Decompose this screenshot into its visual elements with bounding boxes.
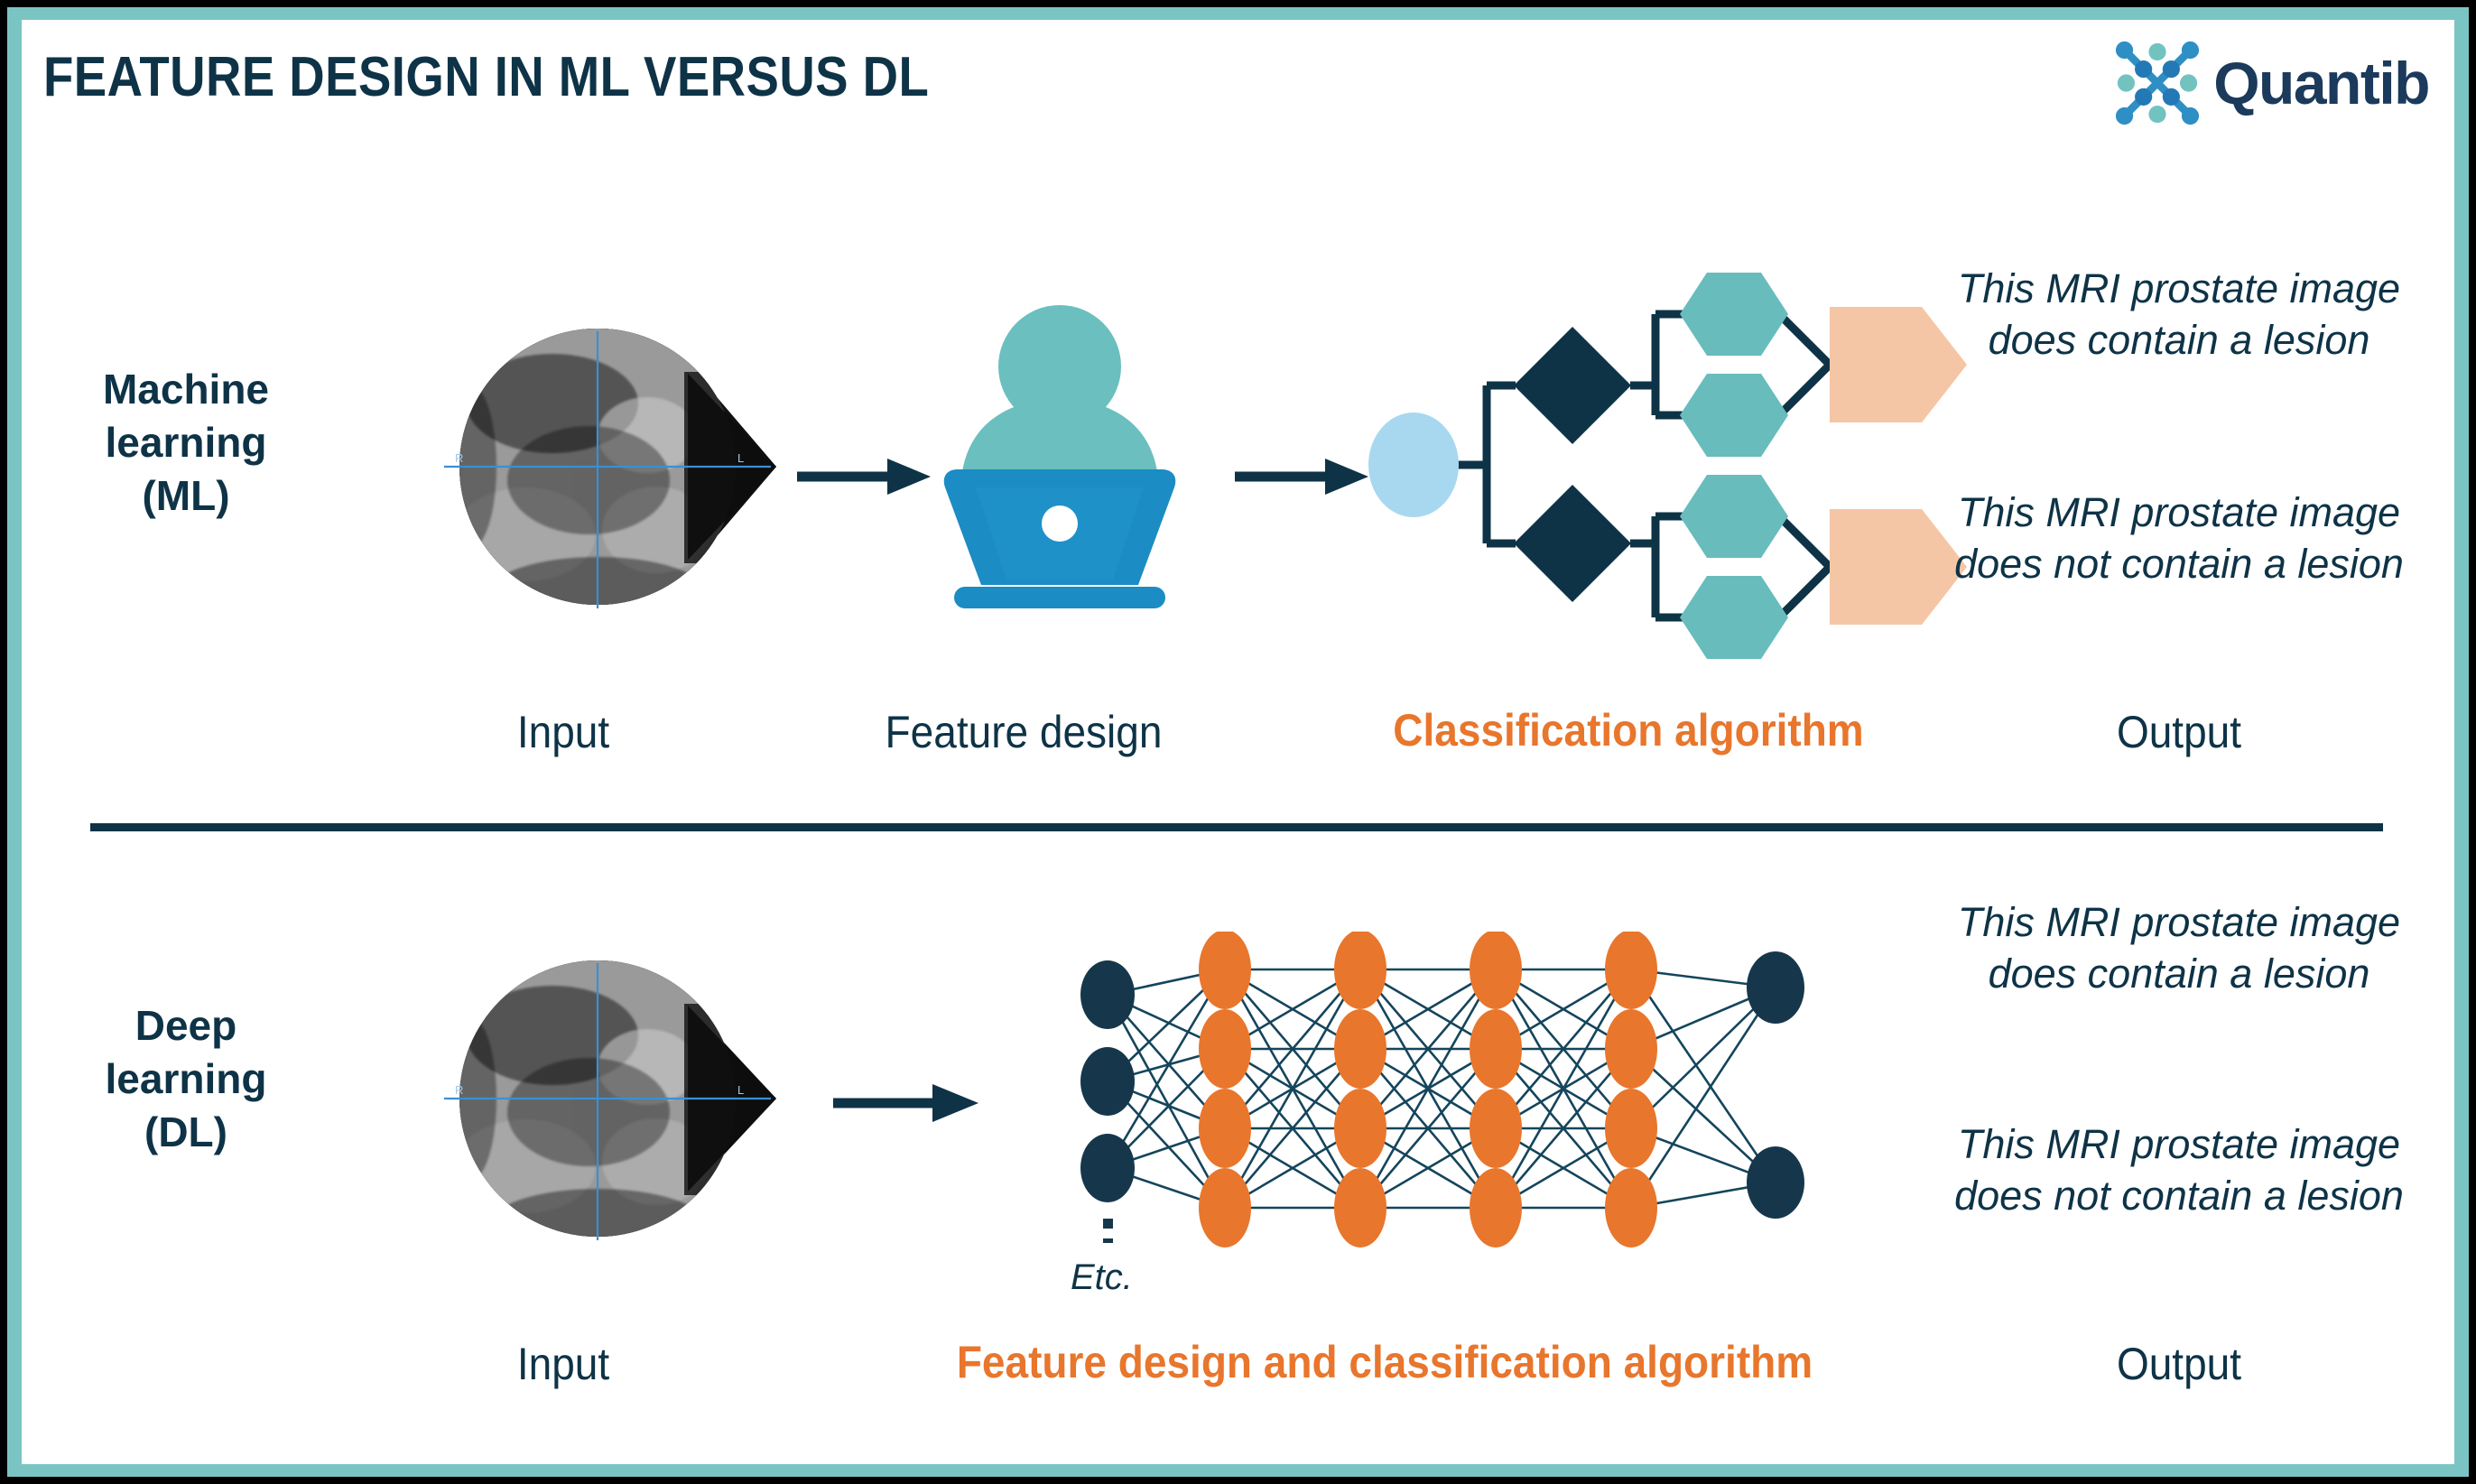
ml-input-mri-image: R L	[417, 318, 778, 616]
nn-hidden-node	[1470, 1009, 1522, 1089]
nn-continuation-dots	[1103, 1219, 1113, 1229]
tree-leaf-node	[1680, 576, 1788, 659]
nn-hidden-node	[1199, 1089, 1251, 1168]
tree-result-node	[1830, 307, 1967, 422]
nn-hidden-node	[1199, 932, 1251, 1009]
neural-network-diagram	[1080, 932, 1804, 1247]
nn-continuation-dots	[1103, 1238, 1113, 1243]
section-divider	[90, 823, 2383, 831]
nn-input-node	[1080, 960, 1135, 1029]
quantib-network-logo-icon	[2116, 41, 2200, 125]
slide-frame: FEATURE DESIGN IN ML VERSUS DL Quantib M…	[0, 0, 2476, 1484]
nn-hidden-node	[1470, 932, 1522, 1009]
mri-orientation-left: R	[455, 1083, 463, 1097]
nn-input-node	[1080, 1047, 1135, 1116]
caption-dl-input: Input	[516, 1339, 610, 1389]
row-label-line: Machine	[102, 366, 270, 413]
nn-output-node	[1747, 1146, 1804, 1219]
nn-etc-label: Etc.	[1071, 1257, 1133, 1297]
dl-output-text-positive: This MRI prostate image does contain a l…	[1957, 899, 2401, 997]
tree-decision-node	[1514, 485, 1631, 602]
dl-output-text-negative: This MRI prostate image does not contain…	[1954, 1121, 2404, 1219]
mri-orientation-right: L	[737, 1083, 744, 1097]
nn-hidden-node	[1334, 932, 1386, 1009]
nn-hidden-node	[1605, 1009, 1657, 1089]
nn-hidden-node	[1199, 1168, 1251, 1247]
logo-wordmark: Quantib	[2213, 50, 2430, 116]
mri-orientation-left: R	[455, 451, 463, 465]
tree-leaf-node	[1680, 475, 1788, 558]
nn-hidden-node	[1605, 932, 1657, 1009]
tree-root-node	[1368, 413, 1459, 517]
caption-dl-output: Output	[2116, 1339, 2242, 1389]
caption-ml-feature-design: Feature design	[885, 707, 1163, 757]
caption-ml-classification-algorithm: Classification algorithm	[1393, 705, 1864, 756]
caption-ml-output: Output	[2116, 707, 2242, 757]
row-label-deep-learning: Deep learning (DL)	[42, 999, 330, 1159]
ml-output-text-positive: This MRI prostate image does contain a l…	[1957, 265, 2401, 363]
page-title: FEATURE DESIGN IN ML VERSUS DL	[43, 46, 930, 108]
mri-orientation-right: L	[737, 451, 744, 465]
dl-input-mri-image: R L	[417, 950, 778, 1247]
row-label-line: learning	[105, 418, 267, 466]
row-label-line: Deep	[134, 1002, 237, 1049]
caption-dl-feature-and-classification: Feature design and classification algori…	[956, 1337, 1813, 1387]
tree-decision-node	[1514, 327, 1631, 444]
row-label-line: learning	[105, 1054, 267, 1102]
row-label-line: (ML)	[142, 471, 230, 519]
person-at-laptop-icon	[943, 305, 1176, 608]
nn-hidden-node	[1470, 1089, 1522, 1168]
nn-hidden-node	[1334, 1009, 1386, 1089]
arrow-input-to-network-dl	[833, 1084, 978, 1122]
nn-hidden-node	[1334, 1168, 1386, 1247]
row-label-line: (DL)	[144, 1108, 227, 1155]
quantib-logo: Quantib	[2114, 40, 2430, 126]
tree-leaf-node	[1680, 273, 1788, 356]
nn-hidden-node	[1199, 1009, 1251, 1089]
ml-output-text-negative: This MRI prostate image does not contain…	[1954, 489, 2404, 587]
tree-leaf-node	[1680, 374, 1788, 457]
slide-canvas: FEATURE DESIGN IN ML VERSUS DL Quantib M…	[22, 20, 2454, 1464]
nn-hidden-node	[1470, 1168, 1522, 1247]
caption-ml-input: Input	[516, 707, 610, 757]
nn-input-node	[1080, 1134, 1135, 1202]
nn-hidden-node	[1605, 1089, 1657, 1168]
tree-result-node	[1830, 509, 1967, 625]
decision-tree-diagram	[1368, 273, 1967, 659]
nn-output-node	[1747, 951, 1804, 1024]
nn-hidden-node	[1334, 1089, 1386, 1168]
nn-hidden-node	[1605, 1168, 1657, 1247]
row-label-machine-learning: Machine learning (ML)	[42, 363, 330, 523]
